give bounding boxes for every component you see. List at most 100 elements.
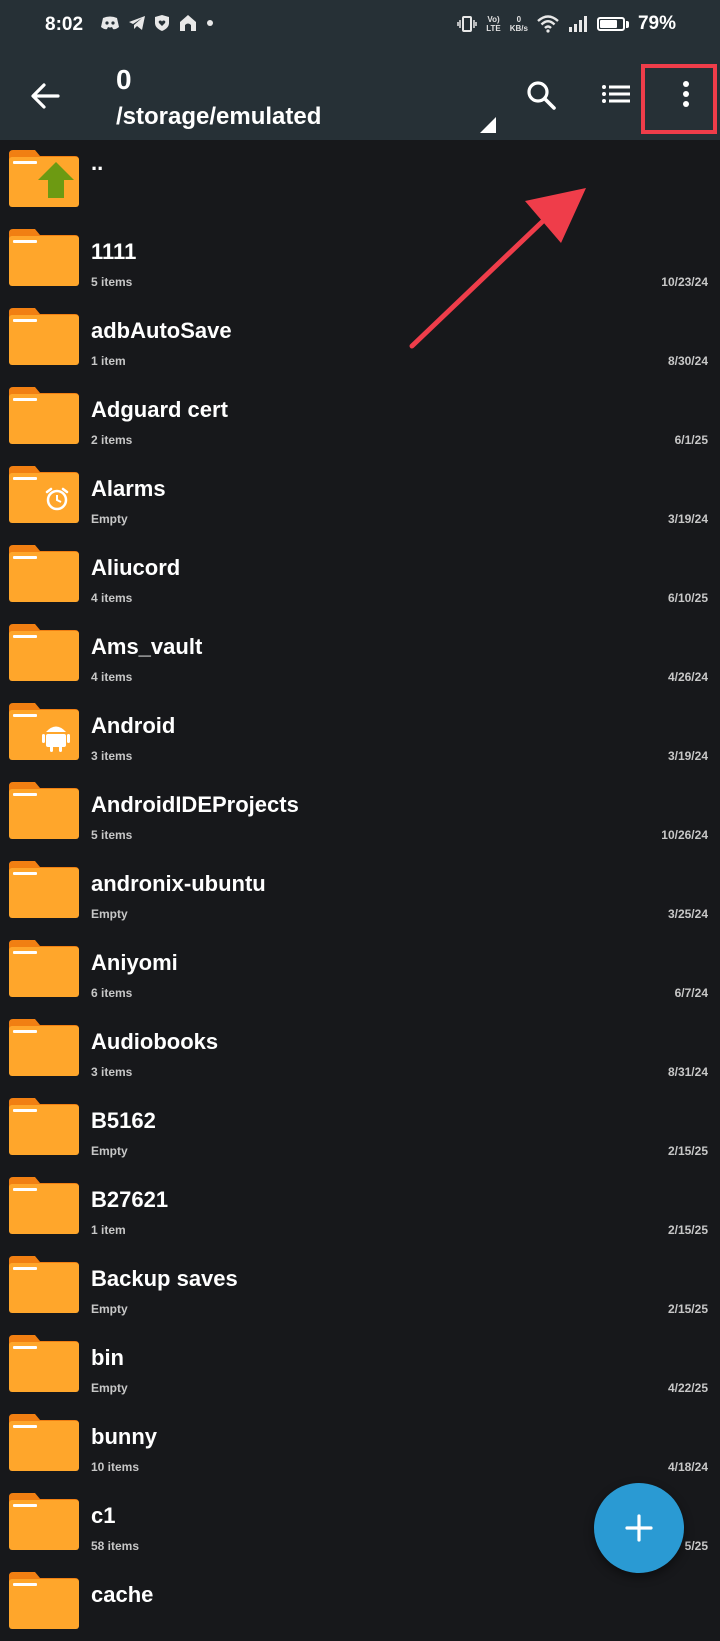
modified-date: 6/1/25 [674,433,708,447]
battery-percent: 79% [637,13,676,34]
folder-row[interactable]: AndroidIDEProjects 5 items 10/26/24 [0,772,720,851]
folder-row[interactable]: Audiobooks 3 items 8/31/24 [0,1009,720,1088]
folder-icon [9,624,79,681]
folder-icon [9,1493,79,1550]
item-count: 58 items [91,1539,140,1553]
notification-icons [100,14,214,32]
toolbar: 0 /storage/emulated [0,52,720,140]
discord-icon [101,16,119,30]
folder-icon [9,861,79,918]
folder-row[interactable]: Aliucord 4 items 6/10/25 [0,535,720,614]
item-count: 4 items [91,591,133,605]
folder-name: bunny [91,1424,157,1449]
home-icon [180,15,196,31]
folder-row[interactable]: Android 3 items 3/19/24 [0,693,720,772]
folder-icon [9,1177,79,1234]
modified-date: 5/25 [684,1539,708,1553]
folder-icon [9,1335,79,1392]
modified-date: 8/31/24 [667,1065,708,1079]
add-button[interactable] [594,1483,684,1573]
folder-icon [9,150,79,207]
wifi-icon [537,15,559,33]
item-count: Empty [91,1302,128,1316]
folder-icon [9,1256,79,1313]
file-list: .. 1111 5 items 10/23/24 adbAutoSave 1 item 8/… [0,140,720,1641]
path-dropdown-icon[interactable] [479,116,497,134]
folder-name: Adguard cert [91,397,228,422]
item-count: 3 items [91,749,133,763]
folder-name: c1 [91,1503,116,1528]
folder-row[interactable]: 1111 5 items 10/23/24 [0,219,720,298]
back-arrow-icon[interactable] [24,74,68,118]
folder-row[interactable]: bin Empty 4/22/25 [0,1325,720,1404]
status-right: Vo) LTE 0 KB/s 79% [457,13,676,35]
vibrate-icon [457,16,477,32]
folder-row[interactable]: andronix-ubuntu Empty 3/25/24 [0,851,720,930]
item-count: 3 items [91,1065,133,1079]
status-bar: 8:02 Vo) LTE 0 KB/s 79% [0,0,720,52]
folder-row[interactable]: B5162 Empty 2/15/25 [0,1088,720,1167]
modified-date: 2/15/25 [667,1302,708,1316]
modified-date: 3/19/24 [667,749,708,763]
folder-name: Backup saves [91,1266,238,1291]
network-speed: 0 KB/s [509,15,528,33]
folder-row[interactable]: B27621 1 item 2/15/25 [0,1167,720,1246]
folder-name: .. [91,150,104,175]
modified-date: 4/22/25 [667,1381,708,1395]
signal-icon [568,16,587,32]
dot-icon [207,20,213,26]
battery-nub [625,20,629,28]
plus-icon [625,1514,653,1542]
modified-date: 3/25/24 [667,907,708,921]
parent-directory-row[interactable]: .. [0,140,720,219]
item-count: Empty [91,1381,128,1395]
folder-name: andronix-ubuntu [91,871,266,896]
folder-title: 0 [116,64,132,95]
folder-name: Ams_vault [91,634,203,659]
telegram-icon [129,16,145,30]
folder-name: Aniyomi [91,950,178,975]
search-icon[interactable] [520,74,564,118]
folder-name: cache [91,1582,154,1607]
folder-icon [9,387,79,444]
volte-indicator: Vo) LTE [486,15,501,33]
highlight-annotation-box [641,64,717,134]
battery-icon [596,17,625,31]
modified-date: 6/10/25 [667,591,708,605]
folder-path[interactable]: /storage/emulated [116,103,321,131]
folder-row[interactable]: Ams_vault 4 items 4/26/24 [0,614,720,693]
folder-row[interactable]: Backup saves Empty 2/15/25 [0,1246,720,1325]
item-count: Empty [91,907,128,921]
item-count: Empty [91,512,128,526]
folder-icon [9,1572,79,1629]
folder-name: B5162 [91,1108,156,1133]
item-count: 1 item [91,1223,126,1237]
folder-icon [9,703,79,760]
folder-name: bin [91,1345,124,1370]
folder-row[interactable]: cache [0,1562,720,1641]
folder-icon [9,1414,79,1471]
modified-date: 4/18/24 [667,1460,708,1474]
folder-row[interactable]: adbAutoSave 1 item 8/30/24 [0,298,720,377]
modified-date: 8/30/24 [667,354,708,368]
item-count: 4 items [91,670,133,684]
folder-row[interactable]: Alarms Empty 3/19/24 [0,456,720,535]
folder-row[interactable]: Adguard cert 2 items 6/1/25 [0,377,720,456]
item-count: 5 items [91,828,133,842]
folder-icon [9,466,79,523]
modified-date: 2/15/25 [667,1223,708,1237]
folder-icon [9,782,79,839]
folder-row[interactable]: Aniyomi 6 items 6/7/24 [0,930,720,1009]
folder-name: Audiobooks [91,1029,219,1054]
folder-icon [9,308,79,365]
modified-date: 10/23/24 [661,275,708,289]
modified-date: 10/26/24 [661,828,708,842]
folder-name: Android [91,713,176,738]
folder-row[interactable]: bunny 10 items 4/18/24 [0,1404,720,1483]
item-count: 5 items [91,275,133,289]
folder-icon [9,545,79,602]
folder-name: adbAutoSave [91,318,232,343]
folder-icon [9,1098,79,1155]
list-view-icon[interactable] [596,74,640,118]
folder-name: Aliucord [91,555,181,580]
